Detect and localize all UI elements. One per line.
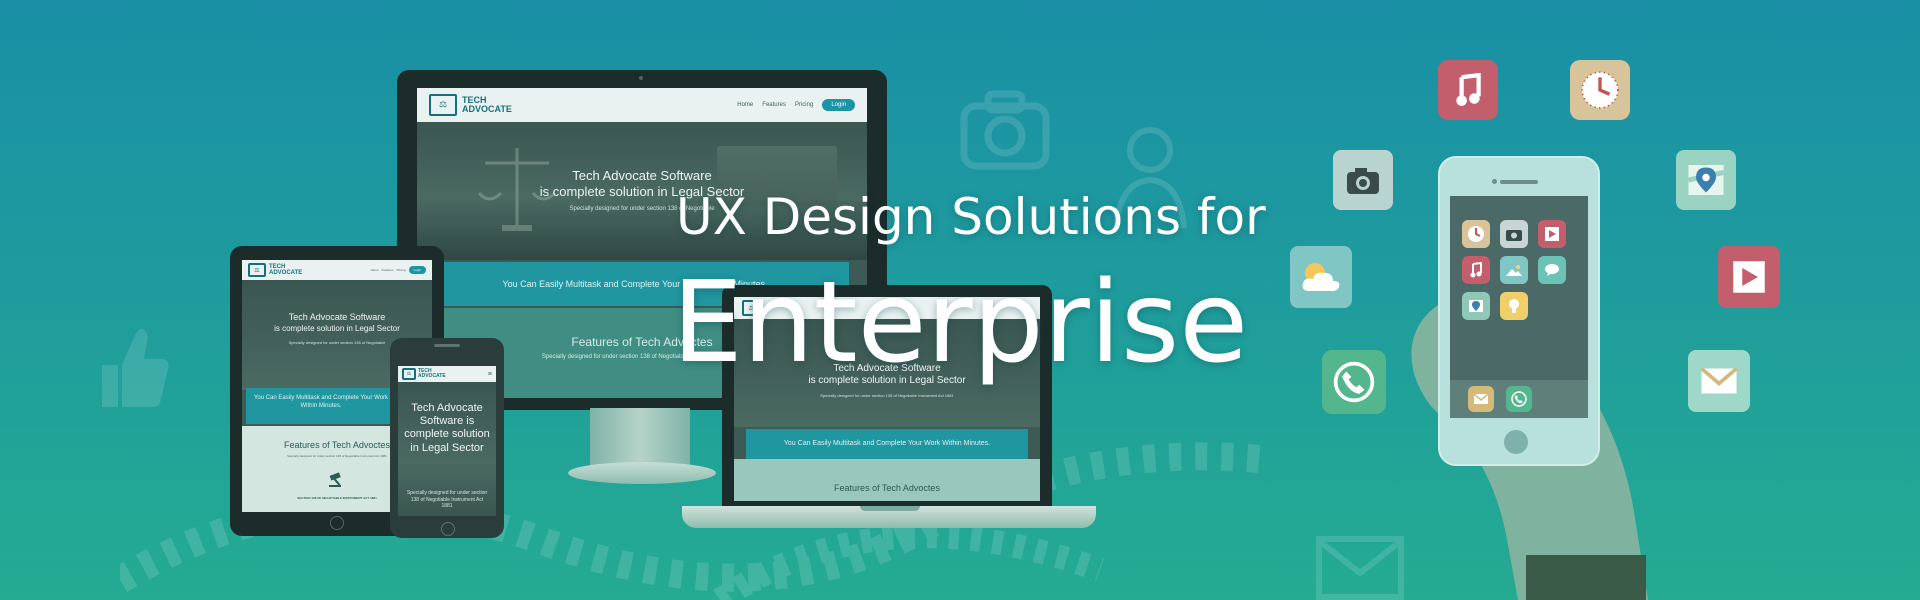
- camera-icon: [1333, 150, 1393, 210]
- music-icon: [1438, 60, 1498, 120]
- site-logo-icon: ⚖: [429, 94, 457, 116]
- clock-icon[interactable]: [1462, 220, 1490, 248]
- map-icon[interactable]: [1462, 292, 1490, 320]
- laptop-band: You Can Easily Multitask and Complete Yo…: [746, 429, 1028, 459]
- gavel-icon: [329, 472, 341, 487]
- right-phone-device: [1438, 156, 1600, 466]
- site-nav-links: Home Features Pricing Login: [737, 99, 855, 111]
- mail-outline-icon: [1316, 536, 1404, 600]
- site-logo-text: TECH ADVOCATE: [462, 94, 512, 114]
- tablet-login-button[interactable]: Login: [408, 266, 426, 274]
- tablet-hero-line1: Tech Advocate Software: [288, 312, 386, 322]
- small-phone-hero-text: Tech Advocate Software is complete solut…: [404, 402, 490, 454]
- tablet-nav-pricing[interactable]: Pricing: [396, 268, 405, 272]
- tablet-navbar: ⚖ TECH ADVOCATE Home Features Pricing Log…: [242, 260, 432, 280]
- right-phone-home-button[interactable]: [1504, 430, 1528, 454]
- tablet-logo-icon: ⚖: [248, 263, 266, 277]
- monitor-camera-dot: [639, 76, 643, 80]
- map-icon: [1676, 150, 1736, 210]
- nav-pricing[interactable]: Pricing: [795, 102, 813, 108]
- tablet-band: You Can Easily Multitask and Complete Yo…: [246, 388, 396, 424]
- tablet-home-button[interactable]: [330, 516, 344, 530]
- tablet-nav-home[interactable]: Home: [371, 268, 379, 272]
- laptop-features: [734, 459, 1040, 501]
- clock-icon: [1570, 60, 1630, 120]
- right-phone-screen: [1450, 196, 1588, 418]
- small-phone-logo-icon: ⚖: [402, 368, 416, 380]
- chat-icon[interactable]: [1538, 256, 1566, 284]
- headline-line1: UX Design Solutions for: [676, 188, 1266, 246]
- dock-mail-icon[interactable]: [1468, 386, 1494, 412]
- weather-icon: [1290, 246, 1352, 308]
- dock-phone-icon[interactable]: [1506, 386, 1532, 412]
- tablet-hero-line2: is complete solution in Legal Sector: [274, 324, 400, 333]
- nav-home[interactable]: Home: [737, 102, 753, 108]
- photos-icon[interactable]: [1500, 256, 1528, 284]
- small-phone-device: ⚖ TECH ADVOCATE ≡ Tech Advocate Software …: [390, 338, 504, 538]
- headline-line2: Enterprise: [672, 258, 1249, 388]
- small-phone-screen: ⚖ TECH ADVOCATE ≡ Tech Advocate Software …: [398, 366, 496, 516]
- mail-icon: [1688, 350, 1750, 412]
- tablet-nav-features[interactable]: Features: [382, 268, 394, 272]
- hero-banner: ⚖ TECH ADVOCATE Home Features Pricing Log…: [0, 0, 1920, 600]
- camera-icon[interactable]: [1500, 220, 1528, 248]
- hero-title-line1: Tech Advocate Software: [572, 168, 712, 183]
- monitor-base: [568, 462, 716, 484]
- phone-icon: [1322, 350, 1386, 414]
- laptop-notch: [860, 506, 920, 511]
- tablet-nav-links: Home Features Pricing Login: [371, 266, 426, 274]
- small-phone-logo-text: TECH ADVOCATE: [418, 367, 446, 379]
- small-phone-speaker: [434, 344, 460, 347]
- right-phone-speaker: [1500, 180, 1538, 184]
- small-phone-hero-sub: Specially designed for under section 138…: [406, 490, 488, 509]
- video-icon: [1718, 246, 1780, 308]
- laptop-features-title: Features of Tech Advoctes: [834, 483, 940, 493]
- small-phone-navbar: ⚖ TECH ADVOCATE ≡: [398, 366, 496, 382]
- right-phone-camera: [1492, 179, 1497, 184]
- tablet-logo-text: TECH ADVOCATE: [269, 263, 303, 276]
- camera-outline-icon: [960, 90, 1050, 170]
- video-icon[interactable]: [1538, 220, 1566, 248]
- lightbulb-icon[interactable]: [1500, 292, 1528, 320]
- nav-features[interactable]: Features: [762, 102, 786, 108]
- monitor-stand: [590, 408, 690, 468]
- music-icon[interactable]: [1462, 256, 1490, 284]
- hamburger-menu-icon[interactable]: ≡: [488, 371, 492, 378]
- site-navbar: ⚖ TECH ADVOCATE Home Features Pricing Log…: [417, 88, 867, 122]
- laptop-hero-sub: Specially designed for under section 138…: [820, 393, 954, 398]
- small-phone-home-button[interactable]: [441, 522, 455, 536]
- login-button[interactable]: Login: [822, 99, 855, 111]
